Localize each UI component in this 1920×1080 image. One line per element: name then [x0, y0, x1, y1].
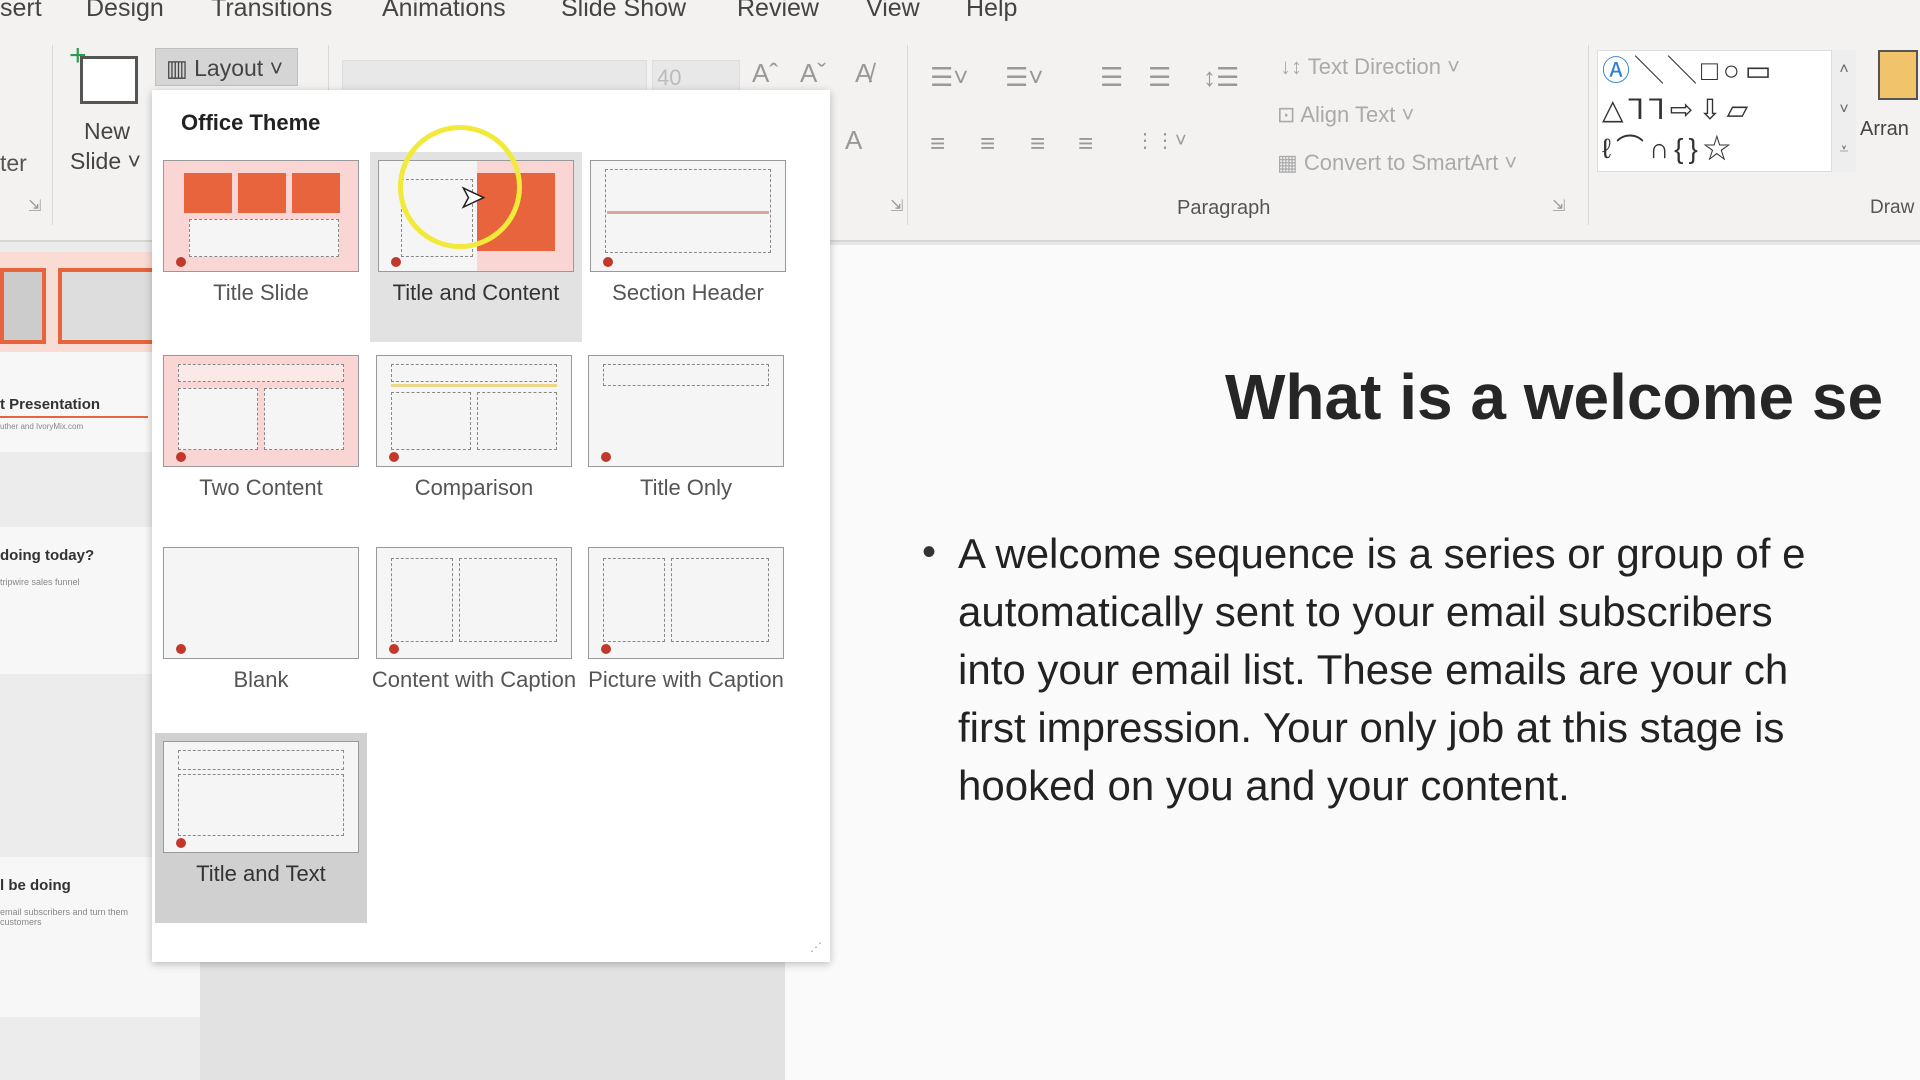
font-dialog-launcher-icon[interactable]: ⇲ [890, 196, 903, 216]
arrange-button[interactable]: Arran [1860, 118, 1909, 141]
tab-review[interactable]: Review [737, 0, 819, 23]
shapes-scroll[interactable]: ˄ ˅ ⩡ [1832, 50, 1856, 172]
bullet-line: hooked on you and your content. [958, 762, 1570, 809]
text-direction-button[interactable]: ↓↕ Text Direction ˅ [1280, 54, 1460, 80]
layout-title-slide[interactable]: Title Slide [155, 152, 367, 342]
numbering-icon[interactable]: ☰˅ [1005, 62, 1044, 93]
tab-design[interactable]: Design [86, 0, 164, 23]
tab-insert[interactable]: sert [0, 0, 42, 23]
paragraph-dialog-launcher-icon[interactable]: ⇲ [1552, 196, 1565, 216]
shapes-gallery[interactable]: Ⓐ╲╲□○▭ △⅂⅂⇨⇩▱ ℓ⌒∩{}☆ [1597, 50, 1832, 172]
tab-view[interactable]: View [866, 0, 920, 23]
shapes-row-basic[interactable]: △⅂⅂⇨⇩▱ [1602, 90, 1827, 129]
clear-format-icon[interactable]: A̸ [855, 58, 872, 89]
slide-title[interactable]: What is a welcome se [1225, 360, 1883, 434]
bullet-line: automatically sent to your email subscri… [958, 588, 1773, 635]
layout-section-header[interactable]: Section Header [582, 152, 794, 342]
layout-comparison[interactable]: Comparison [368, 347, 580, 537]
shapes-row-curves[interactable]: ℓ⌒∩{}☆ [1602, 129, 1827, 168]
align-right-icon[interactable]: ≡ [1030, 128, 1045, 159]
tab-slide-show[interactable]: Slide Show [561, 0, 686, 23]
layout-icon: ▥ [166, 55, 188, 81]
bullet-line: A welcome sequence is a series or group … [958, 530, 1806, 577]
font-name-select[interactable] [342, 60, 647, 94]
increase-font-icon[interactable]: Aˆ [752, 58, 778, 89]
layout-thumbnail [376, 355, 572, 467]
layout-thumbnail [590, 160, 786, 272]
drawing-group-label: Draw [1870, 197, 1915, 218]
clipboard-label: ter [0, 150, 27, 176]
dialog-launcher-icon[interactable]: ⇲ [28, 196, 41, 216]
text-direction-icon: ↓↕ [1280, 54, 1302, 79]
bullets-icon[interactable]: ☰˅ [930, 62, 969, 93]
layout-thumbnail [588, 355, 784, 467]
layout-two-content[interactable]: Two Content [155, 347, 367, 537]
convert-smartart-button[interactable]: ▦ Convert to SmartArt ˅ [1277, 150, 1517, 176]
new-slide-icon: + [69, 39, 138, 104]
align-text-button[interactable]: ⊡ Align Text ˅ [1277, 102, 1414, 128]
justify-icon[interactable]: ≡ [1078, 128, 1093, 159]
layout-thumbnail [163, 741, 359, 853]
layout-button[interactable]: ▥ Layout ˅ [155, 48, 298, 86]
align-center-icon[interactable]: ≡ [980, 128, 995, 159]
mouse-pointer-icon: ➤ [459, 180, 486, 215]
layout-content-with-caption[interactable]: Content with Caption [368, 539, 580, 729]
layout-thumbnail [163, 547, 359, 659]
smartart-icon: ▦ [1277, 150, 1298, 175]
increase-indent-icon[interactable]: ☰ [1148, 62, 1171, 93]
layout-thumbnail [163, 160, 359, 272]
decrease-font-icon[interactable]: Aˇ [800, 58, 826, 89]
layout-thumbnail [163, 355, 359, 467]
layout-blank[interactable]: Blank [155, 539, 367, 729]
font-color-icon[interactable]: A [845, 125, 862, 156]
bullet-icon: • [922, 530, 937, 574]
tab-animations[interactable]: Animations [382, 0, 506, 23]
decrease-indent-icon[interactable]: ☰ [1100, 62, 1123, 93]
layout-title-only[interactable]: Title Only [580, 347, 792, 537]
slide-image [0, 268, 46, 344]
bullet-line: into your email list. These emails are y… [958, 646, 1789, 693]
align-left-icon[interactable]: ≡ [930, 128, 945, 159]
align-text-icon: ⊡ [1277, 102, 1296, 127]
line-spacing-icon[interactable]: ↕☰ [1203, 62, 1239, 93]
tab-help[interactable]: Help [966, 0, 1017, 23]
font-size-select[interactable]: 40 [652, 60, 740, 94]
layout-thumbnail [588, 547, 784, 659]
paragraph-group-label: Paragraph [1177, 197, 1271, 219]
layout-picture-with-caption[interactable]: Picture with Caption [580, 539, 792, 729]
bullet-line: first impression. Your only job at this … [958, 704, 1785, 751]
columns-icon[interactable]: ⋮⋮˅ [1135, 128, 1187, 153]
theme-heading: Office Theme [181, 110, 321, 135]
shapes-row-lines[interactable]: Ⓐ╲╲□○▭ [1602, 51, 1827, 90]
layout-title-and-text[interactable]: Title and Text [155, 733, 367, 923]
resize-grip-icon[interactable]: ⋰ [810, 940, 822, 954]
arrange-icon [1878, 50, 1918, 100]
layout-thumbnail [376, 547, 572, 659]
tab-transitions[interactable]: Transitions [211, 0, 332, 23]
slide-image [58, 268, 156, 344]
